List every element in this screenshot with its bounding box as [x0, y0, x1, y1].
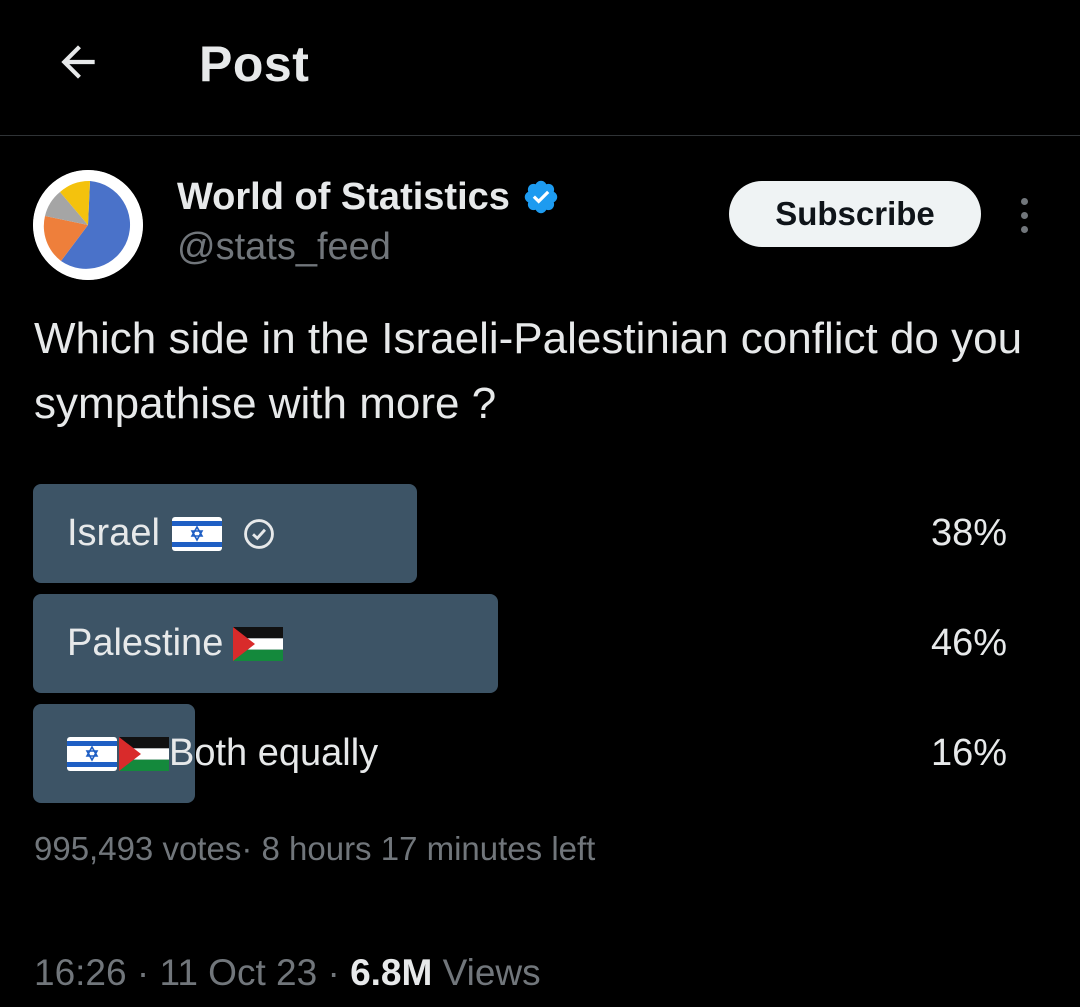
israel-flag-icon: [67, 736, 117, 771]
poll-option-label: Palestine: [67, 594, 284, 693]
post-timestamp-views: 16:26 · 11 Oct 23 · 6.8M Views: [34, 948, 541, 998]
back-button[interactable]: [46, 30, 110, 94]
poll-option-percent: 16%: [930, 732, 1007, 774]
subscribe-button[interactable]: Subscribe: [729, 181, 981, 247]
separator-dot: ·: [327, 952, 340, 993]
poll-option-text: Palestine: [67, 622, 224, 664]
poll-option-text: Israel: [67, 512, 160, 554]
views-label: Views: [442, 952, 541, 993]
more-dot: [1020, 225, 1028, 233]
views-count: 6.8M: [350, 952, 433, 993]
author-name-text: World of Statistics: [177, 176, 510, 218]
selected-check-icon: [244, 518, 274, 549]
poll-option-israel[interactable]: Israel 38%: [33, 484, 1013, 583]
poll-option-percent: 46%: [930, 622, 1007, 664]
back-arrow-icon: [61, 45, 95, 79]
more-dot: [1020, 197, 1028, 205]
poll-option-label: Israel: [67, 484, 276, 583]
post-time[interactable]: 16:26: [34, 952, 127, 993]
more-options-button[interactable]: [1006, 190, 1042, 240]
author-name[interactable]: World of Statistics: [177, 174, 560, 220]
more-dot: [1020, 211, 1028, 219]
israel-flag-icon: [171, 516, 222, 551]
poll-option-label: Both equally: [67, 704, 378, 803]
poll-option-both-equally[interactable]: Both equally 16%: [33, 704, 1013, 803]
poll-option-percent: 38%: [930, 512, 1007, 554]
palestine-flag-icon: [233, 626, 284, 661]
separator-dot: ·: [136, 952, 150, 993]
avatar[interactable]: [33, 170, 143, 280]
verified-badge-icon: [524, 180, 558, 214]
poll-option-text: Both equally: [169, 732, 379, 774]
pie-chart-logo-icon: [33, 170, 143, 280]
author-handle[interactable]: @stats_feed: [177, 224, 391, 270]
poll-meta: 995,493 votes· 8 hours 17 minutes left: [34, 830, 596, 867]
poll-option-palestine[interactable]: Palestine 46%: [33, 594, 1013, 693]
post-text: Which side in the Israeli-Palestinian co…: [34, 314, 1023, 428]
top-bar: Post: [0, 0, 1080, 136]
palestine-flag-icon: [119, 736, 169, 771]
page-title: Post: [199, 36, 310, 92]
poll: Israel 38% Palestine 46% Both equally 16…: [33, 484, 1013, 814]
post-date[interactable]: 11 Oct 23: [159, 952, 317, 993]
